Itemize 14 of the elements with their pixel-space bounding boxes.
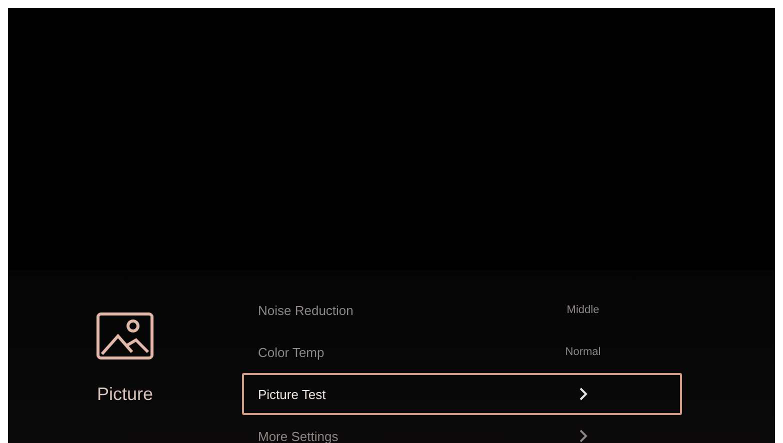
menu-item-label: More Settings <box>258 428 340 443</box>
menu-item[interactable]: More Settings <box>242 415 682 443</box>
menu-item[interactable]: Noise Reduction Middle <box>242 289 682 331</box>
menu-item-label: Picture Test <box>258 386 327 402</box>
menu-item[interactable]: Picture Test <box>242 373 682 415</box>
menu-item-label: Noise Reduction <box>258 302 354 318</box>
setting-value: Middle <box>566 304 600 316</box>
picture-icon <box>96 312 154 362</box>
chevron-right-icon <box>578 429 588 443</box>
menu-item[interactable]: Color Temp Normal <box>242 331 682 373</box>
menu-item-label: Color Temp <box>258 344 326 360</box>
setting-value: Normal <box>565 346 601 358</box>
chevron-right-icon <box>578 387 588 401</box>
category-label: Picture <box>96 384 154 405</box>
